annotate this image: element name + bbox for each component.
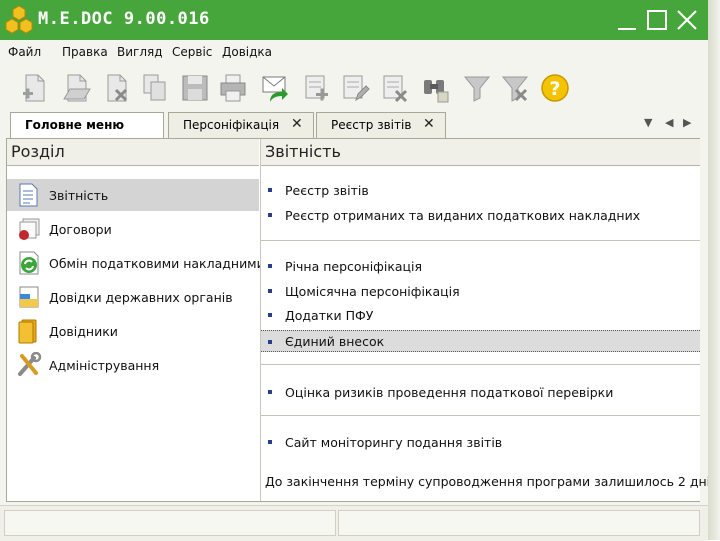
section-pane: Розділ Звітність Договори Обмін податков… bbox=[7, 139, 265, 501]
tab-personification[interactable]: Персоніфікація ✕ bbox=[168, 112, 314, 138]
tab-report-registry[interactable]: Реєстр звітів ✕ bbox=[316, 112, 446, 138]
report-link-single-contribution[interactable]: Єдиний внесок bbox=[261, 330, 700, 352]
delete-document-icon[interactable] bbox=[102, 72, 132, 104]
report-link-invoice-registry[interactable]: Реєстр отриманих та виданих податкових н… bbox=[261, 204, 700, 226]
support-expiry-notice: До закінчення терміну супроводження прог… bbox=[265, 474, 711, 489]
section-pane-header: Розділ bbox=[7, 139, 259, 166]
report-link-annual-personification[interactable]: Річна персоніфікація bbox=[261, 255, 700, 277]
report-link-label: Додатки ПФУ bbox=[285, 308, 374, 323]
section-item-label: Обмін податковими накладними bbox=[49, 256, 265, 271]
window-title: M.E.DOC 9.00.016 bbox=[38, 9, 210, 29]
bullet bbox=[268, 188, 272, 192]
section-item-government-references[interactable]: Довідки державних органів bbox=[7, 281, 259, 313]
contracts-icon bbox=[19, 218, 40, 240]
medoc-logo-icon bbox=[5, 5, 33, 34]
bullet bbox=[268, 313, 272, 317]
status-cell bbox=[338, 510, 700, 536]
menu-view[interactable]: Вигляд bbox=[117, 45, 163, 59]
reports-icon bbox=[19, 183, 38, 207]
tab-list-dropdown-icon[interactable]: ▼ bbox=[644, 116, 652, 129]
administration-icon bbox=[18, 352, 42, 376]
find-icon[interactable] bbox=[420, 72, 450, 104]
tab-next-icon[interactable]: ▶ bbox=[683, 116, 691, 129]
minimize-icon[interactable] bbox=[616, 8, 638, 32]
send-mail-icon[interactable] bbox=[260, 72, 290, 104]
reports-pane: Звітність Реєстр звітів Реєстр отриманих… bbox=[260, 139, 710, 501]
open-document-icon[interactable] bbox=[62, 72, 92, 104]
close-window-icon[interactable] bbox=[676, 8, 698, 32]
menu-bar: Файл Правка Вигляд Сервіс Довідка bbox=[0, 40, 708, 64]
section-item-administration[interactable]: Адміністрування bbox=[7, 349, 259, 381]
report-link-pfu-appendices[interactable]: Додатки ПФУ bbox=[261, 304, 700, 326]
add-row-icon[interactable] bbox=[302, 72, 332, 104]
save-icon[interactable] bbox=[180, 72, 210, 104]
reports-pane-header: Звітність bbox=[261, 139, 700, 166]
status-bar bbox=[0, 505, 708, 541]
tab-label: Головне меню bbox=[25, 118, 125, 132]
help-icon[interactable]: ? bbox=[540, 72, 570, 104]
report-link-label: Сайт моніторингу подання звітів bbox=[285, 435, 503, 450]
separator bbox=[261, 415, 700, 416]
title-bar[interactable]: M.E.DOC 9.00.016 bbox=[0, 0, 708, 40]
menu-edit[interactable]: Правка bbox=[62, 45, 108, 59]
edit-row-icon[interactable] bbox=[340, 72, 370, 104]
report-link-label: Оцінка ризиків проведення податкової пер… bbox=[285, 385, 614, 400]
exchange-invoices-icon bbox=[19, 251, 39, 275]
background-strip bbox=[708, 0, 720, 540]
section-item-reports[interactable]: Звітність bbox=[7, 179, 259, 211]
directories-icon bbox=[18, 319, 37, 344]
report-link-monthly-personification[interactable]: Щомісячна персоніфікація bbox=[261, 280, 700, 302]
report-link-risk-assessment[interactable]: Оцінка ризиків проведення податкової пер… bbox=[261, 381, 700, 403]
svg-text:?: ? bbox=[549, 78, 560, 100]
maximize-icon[interactable] bbox=[646, 8, 668, 32]
government-references-icon bbox=[19, 286, 39, 308]
tab-main-menu[interactable]: Головне меню bbox=[10, 112, 164, 139]
report-link-label: Щомісячна персоніфікація bbox=[285, 284, 460, 299]
separator bbox=[261, 364, 700, 365]
report-link-label: Реєстр звітів bbox=[285, 183, 369, 198]
section-item-directories[interactable]: Довідники bbox=[7, 315, 259, 347]
copy-document-icon[interactable] bbox=[140, 72, 170, 104]
report-link-monitoring-site[interactable]: Сайт моніторингу подання звітів bbox=[261, 431, 700, 453]
menu-service[interactable]: Сервіс bbox=[172, 45, 212, 59]
bullet bbox=[268, 264, 272, 268]
section-pane-title: Розділ bbox=[11, 142, 65, 161]
reports-pane-title: Звітність bbox=[265, 142, 341, 161]
report-link-registry[interactable]: Реєстр звітів bbox=[261, 179, 700, 201]
tab-label: Персоніфікація bbox=[183, 118, 280, 132]
section-item-label: Договори bbox=[49, 222, 112, 237]
tab-label: Реєстр звітів bbox=[331, 118, 412, 132]
toolbar: ? bbox=[0, 64, 708, 111]
bullet bbox=[268, 289, 272, 293]
menu-help[interactable]: Довідка bbox=[222, 45, 272, 59]
report-link-label: Єдиний внесок bbox=[285, 334, 385, 349]
filter-icon[interactable] bbox=[462, 72, 492, 104]
bullet bbox=[268, 440, 272, 444]
tab-close-icon[interactable]: ✕ bbox=[423, 116, 435, 132]
print-icon[interactable] bbox=[218, 72, 248, 104]
clear-filter-icon[interactable] bbox=[500, 72, 530, 104]
tab-close-icon[interactable]: ✕ bbox=[291, 116, 303, 132]
bullet bbox=[268, 213, 272, 217]
tab-strip: Головне меню Персоніфікація ✕ Реєстр зві… bbox=[0, 110, 708, 139]
status-cell bbox=[4, 510, 336, 536]
report-link-label: Реєстр отриманих та виданих податкових н… bbox=[285, 208, 641, 223]
new-document-icon[interactable] bbox=[20, 72, 50, 104]
section-item-label: Адміністрування bbox=[49, 358, 160, 373]
tab-prev-icon[interactable]: ◀ bbox=[665, 116, 673, 129]
delete-row-icon[interactable] bbox=[380, 72, 410, 104]
main-content: Розділ Звітність Договори Обмін податков… bbox=[6, 138, 710, 502]
bullet bbox=[268, 340, 272, 344]
section-item-label: Звітність bbox=[49, 188, 109, 203]
section-item-contracts[interactable]: Договори bbox=[7, 213, 259, 245]
app-window: M.E.DOC 9.00.016 Файл Правка Вигляд Серв… bbox=[0, 0, 710, 541]
section-item-invoice-exchange[interactable]: Обмін податковими накладними bbox=[7, 247, 265, 279]
report-link-label: Річна персоніфікація bbox=[285, 259, 423, 274]
menu-file[interactable]: Файл bbox=[8, 45, 41, 59]
bullet bbox=[268, 390, 272, 394]
section-item-label: Довідки державних органів bbox=[49, 290, 233, 305]
section-item-label: Довідники bbox=[49, 324, 118, 339]
separator bbox=[261, 240, 700, 241]
